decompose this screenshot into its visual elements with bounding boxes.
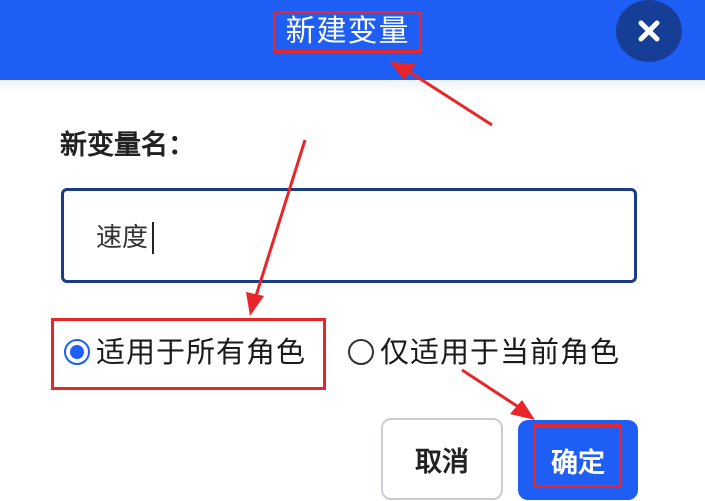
title-highlight-box [273,11,422,53]
radio-unchecked-icon[interactable] [348,339,374,365]
radio-current-role[interactable]: 仅适用于当前角色 [348,332,620,372]
variable-name-input[interactable] [61,188,637,283]
confirm-highlight-box [533,424,622,488]
header-shadow [0,80,705,94]
arrow-to-confirm [461,368,535,420]
cancel-button[interactable]: 取消 [381,418,503,500]
close-icon [638,20,660,42]
radio-checked-icon[interactable] [64,339,90,365]
radio-all-roles[interactable]: 适用于所有角色 [64,332,306,372]
text-cursor [152,222,154,254]
radio-current-role-label: 仅适用于当前角色 [380,335,621,369]
variable-name-label: 新变量名： [60,130,195,161]
close-button[interactable] [616,0,682,62]
radio-all-roles-label: 适用于所有角色 [96,335,307,369]
